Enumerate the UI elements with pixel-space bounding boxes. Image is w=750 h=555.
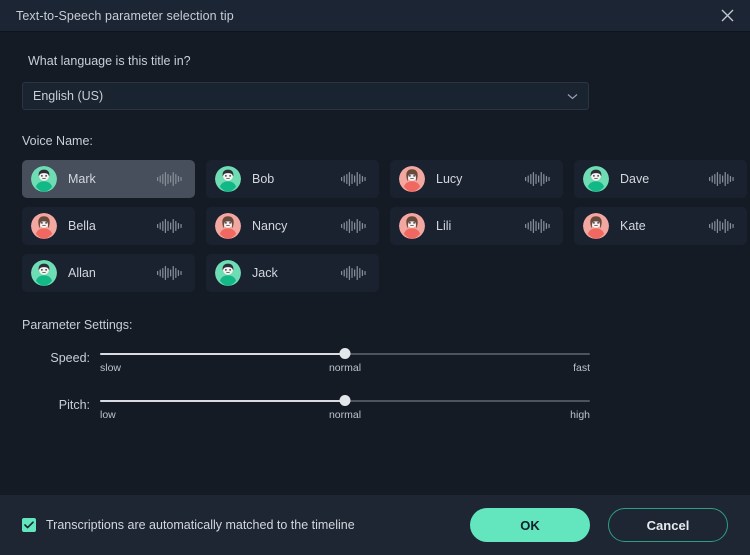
waveform-preview-icon[interactable] xyxy=(524,218,552,234)
voice-name-label: Kate xyxy=(620,219,646,233)
slider-ticks: low normal high xyxy=(100,409,590,424)
slider-row-speed: Speed: slow normal fast xyxy=(22,348,728,377)
slider-label: Pitch: xyxy=(58,398,90,412)
language-select-value: English (US) xyxy=(33,89,104,103)
slider-label: Speed: xyxy=(50,351,90,365)
transcription-checkbox-row[interactable]: Transcriptions are automatically matched… xyxy=(22,518,470,532)
voice-card-allan[interactable]: Allan xyxy=(22,254,195,292)
avatar xyxy=(583,213,609,239)
transcription-checkbox[interactable] xyxy=(22,518,36,532)
waveform-preview-icon[interactable] xyxy=(156,171,184,187)
dialog-body: What language is this title in? English … xyxy=(0,32,750,495)
parameter-section: Parameter Settings: Speed: slow normal fast… xyxy=(0,292,750,424)
avatar xyxy=(31,213,57,239)
voice-name-label: Jack xyxy=(252,266,278,280)
parameter-section-label: Parameter Settings: xyxy=(22,318,133,332)
avatar xyxy=(399,213,425,239)
slider-track-fill xyxy=(100,352,345,355)
voice-card-bob[interactable]: Bob xyxy=(206,160,379,198)
slider-control[interactable]: low normal high xyxy=(100,395,590,424)
waveform-preview-icon[interactable] xyxy=(340,265,368,281)
voice-name-label: Bella xyxy=(68,219,96,233)
close-icon[interactable] xyxy=(704,0,750,32)
avatar xyxy=(215,166,241,192)
voice-card-lili[interactable]: Lili xyxy=(390,207,563,245)
waveform-preview-icon[interactable] xyxy=(156,265,184,281)
slider-track[interactable] xyxy=(100,348,590,359)
voice-name-label: Lucy xyxy=(436,172,463,186)
slider-list: Speed: slow normal fast Pitch: low normal high xyxy=(22,348,728,424)
cancel-button[interactable]: Cancel xyxy=(608,508,728,542)
slider-row-pitch: Pitch: low normal high xyxy=(22,395,728,424)
slider-tick-mid: normal xyxy=(328,409,362,421)
avatar xyxy=(583,166,609,192)
voice-card-jack[interactable]: Jack xyxy=(206,254,379,292)
avatar xyxy=(31,260,57,286)
language-section: What language is this title in? English … xyxy=(0,32,750,110)
slider-tick-end: high xyxy=(570,409,590,421)
voice-section-label: Voice Name: xyxy=(22,134,93,148)
voice-card-mark[interactable]: Mark xyxy=(22,160,195,198)
slider-track[interactable] xyxy=(100,395,590,406)
voice-section: Voice Name: Mark Bob Lucy Dave Bella Nancy Lil… xyxy=(0,110,750,292)
tts-parameter-dialog: Text-to-Speech parameter selection tip W… xyxy=(0,0,750,555)
dialog-title: Text-to-Speech parameter selection tip xyxy=(16,8,234,23)
slider-track-fill xyxy=(100,399,345,402)
dialog-titlebar: Text-to-Speech parameter selection tip xyxy=(0,0,750,32)
waveform-preview-icon[interactable] xyxy=(340,218,368,234)
dialog-footer: Transcriptions are automatically matched… xyxy=(0,495,750,555)
avatar xyxy=(215,213,241,239)
avatar xyxy=(399,166,425,192)
voice-name-label: Mark xyxy=(68,172,96,186)
waveform-preview-icon[interactable] xyxy=(340,171,368,187)
voice-name-label: Lili xyxy=(436,219,452,233)
slider-thumb[interactable] xyxy=(339,348,351,359)
check-icon xyxy=(24,521,34,529)
voice-card-kate[interactable]: Kate xyxy=(574,207,747,245)
slider-control[interactable]: slow normal fast xyxy=(100,348,590,377)
slider-thumb[interactable] xyxy=(339,395,351,406)
waveform-preview-icon[interactable] xyxy=(708,218,736,234)
slider-tick-start: slow xyxy=(100,362,122,374)
voice-grid: Mark Bob Lucy Dave Bella Nancy Lili Kate Allan Ja… xyxy=(22,160,747,292)
voice-name-label: Dave xyxy=(620,172,650,186)
voice-card-bella[interactable]: Bella xyxy=(22,207,195,245)
slider-ticks: slow normal fast xyxy=(100,362,590,377)
slider-tick-mid: normal xyxy=(328,362,362,374)
transcription-checkbox-label: Transcriptions are automatically matched… xyxy=(46,518,355,532)
slider-tick-end: fast xyxy=(573,362,590,374)
waveform-preview-icon[interactable] xyxy=(156,218,184,234)
ok-button[interactable]: OK xyxy=(470,508,590,542)
language-question: What language is this title in? xyxy=(28,54,191,68)
waveform-preview-icon[interactable] xyxy=(708,171,736,187)
voice-name-label: Nancy xyxy=(252,219,288,233)
voice-card-dave[interactable]: Dave xyxy=(574,160,747,198)
voice-card-lucy[interactable]: Lucy xyxy=(390,160,563,198)
waveform-preview-icon[interactable] xyxy=(524,171,552,187)
voice-name-label: Bob xyxy=(252,172,275,186)
chevron-down-icon xyxy=(567,87,578,105)
language-select[interactable]: English (US) xyxy=(22,82,589,110)
avatar xyxy=(215,260,241,286)
voice-card-nancy[interactable]: Nancy xyxy=(206,207,379,245)
slider-tick-start: low xyxy=(100,409,116,421)
avatar xyxy=(31,166,57,192)
voice-name-label: Allan xyxy=(68,266,96,280)
